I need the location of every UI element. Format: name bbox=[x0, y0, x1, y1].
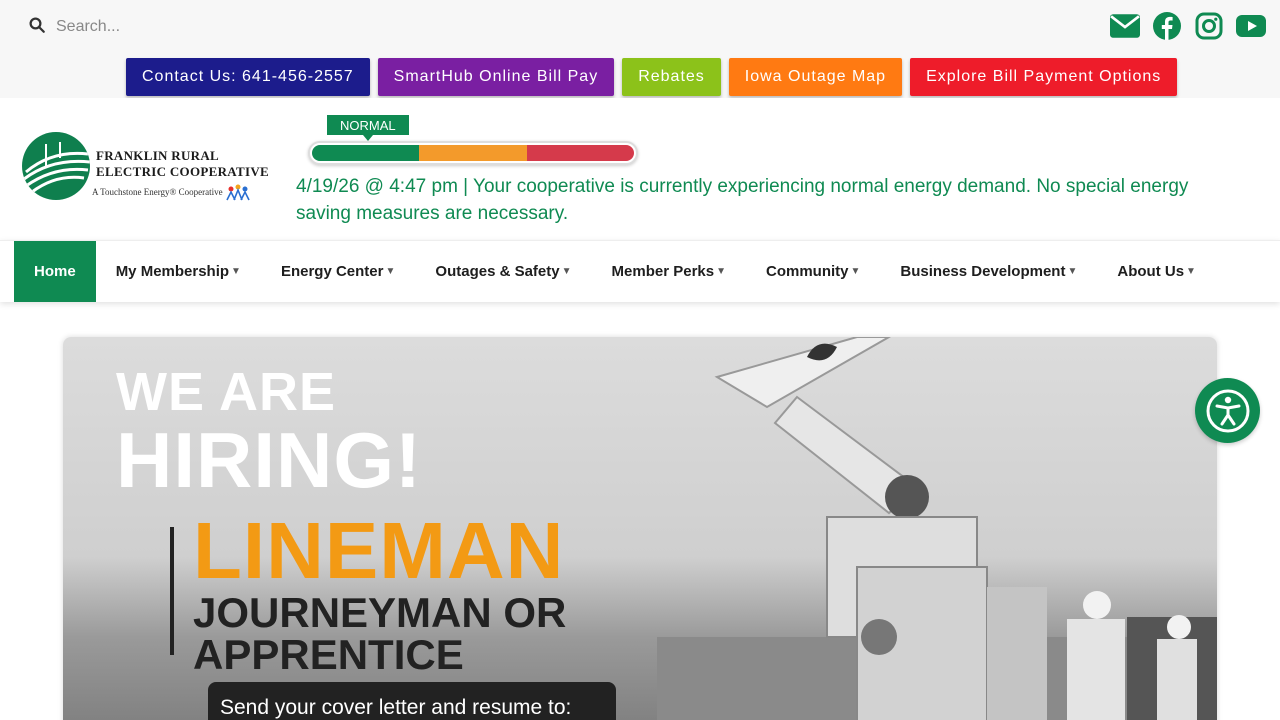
site-logo[interactable]: FRANKLIN RURAL ELECTRIC COOPERATIVE A To… bbox=[22, 130, 277, 202]
site-header: FRANKLIN RURAL ELECTRIC COOPERATIVE A To… bbox=[0, 98, 1280, 240]
demand-level-badge: NORMAL bbox=[327, 115, 409, 141]
smarthub-bill-pay-button[interactable]: SmartHub Online Bill Pay bbox=[377, 58, 615, 96]
hero-line-apprentice: APPRENTICE bbox=[193, 631, 464, 678]
logo-name-line1: FRANKLIN RURAL bbox=[96, 148, 220, 163]
search-icon[interactable] bbox=[28, 16, 46, 39]
meter-caution-segment bbox=[419, 145, 527, 161]
nav-about-us[interactable]: About Us ▼ bbox=[1097, 241, 1216, 302]
hiring-banner[interactable]: WE ARE HIRING! LINEMAN JOURNEYMAN OR APP… bbox=[63, 337, 1217, 720]
demand-meter bbox=[308, 141, 638, 165]
meter-normal-segment bbox=[312, 145, 420, 161]
facebook-icon[interactable] bbox=[1152, 10, 1182, 42]
accessibility-button[interactable] bbox=[1195, 378, 1260, 443]
main-navigation: Home My Membership ▼ Energy Center ▼ Outag… bbox=[0, 240, 1280, 302]
logo-tagline-text: A Touchstone Energy® Cooperative bbox=[92, 187, 223, 198]
hero-line-hiring: HIRING! bbox=[116, 416, 422, 504]
search-box[interactable] bbox=[28, 12, 388, 42]
energy-demand-status: NORMAL 4/19/26 @ 4:47 pm | Your cooperat… bbox=[296, 114, 1196, 234]
outage-map-button[interactable]: Iowa Outage Map bbox=[728, 58, 903, 96]
rebates-button[interactable]: Rebates bbox=[622, 58, 721, 96]
envelope-icon[interactable] bbox=[1110, 10, 1140, 42]
hero-accent-bar bbox=[170, 527, 174, 655]
nav-energy-center-label: Energy Center bbox=[280, 263, 384, 280]
youtube-icon[interactable] bbox=[1236, 10, 1266, 42]
chevron-down-icon: ▼ bbox=[716, 266, 726, 277]
nav-my-membership[interactable]: My Membership ▼ bbox=[96, 241, 261, 302]
nav-community[interactable]: Community ▼ bbox=[746, 241, 880, 302]
nav-outages-safety[interactable]: Outages & Safety ▼ bbox=[415, 241, 591, 302]
logo-emblem bbox=[22, 132, 90, 200]
hero-line-positions: JOURNEYMAN OR APPRENTICE bbox=[193, 592, 566, 676]
nav-energy-center[interactable]: Energy Center ▼ bbox=[261, 241, 415, 302]
nav-member-perks[interactable]: Member Perks ▼ bbox=[592, 241, 746, 302]
nav-community-label: Community bbox=[766, 263, 849, 280]
chevron-down-icon: ▼ bbox=[231, 266, 241, 277]
bucket-truck-photo bbox=[657, 337, 1217, 720]
accessibility-icon bbox=[1206, 389, 1249, 432]
touchstone-icon bbox=[226, 184, 250, 201]
nav-business-development-label: Business Development bbox=[900, 263, 1066, 280]
hero-cta-box: Send your cover letter and resume to: bbox=[208, 682, 616, 720]
hero-line-we-are: WE ARE bbox=[116, 362, 336, 422]
demand-message: 4/19/26 @ 4:47 pm | Your cooperative is … bbox=[296, 176, 1189, 224]
logo-name-line2: ELECTRIC COOPERATIVE bbox=[96, 164, 269, 179]
logo-tagline: A Touchstone Energy® Cooperative bbox=[92, 184, 251, 202]
nav-home-label: Home bbox=[34, 263, 76, 280]
instagram-icon[interactable] bbox=[1194, 10, 1224, 42]
chevron-down-icon: ▼ bbox=[1067, 266, 1078, 277]
meter-peak-segment bbox=[526, 145, 634, 161]
chevron-down-icon: ▼ bbox=[850, 266, 861, 277]
nav-business-development[interactable]: Business Development ▼ bbox=[880, 241, 1097, 302]
social-links bbox=[1110, 10, 1266, 42]
bill-payment-options-button[interactable]: Explore Bill Payment Options bbox=[910, 58, 1178, 96]
nav-about-us-label: About Us bbox=[1117, 263, 1185, 280]
contact-us-button[interactable]: Contact Us: 641-456-2557 bbox=[126, 58, 370, 96]
hero-line-journeyman: JOURNEYMAN OR bbox=[193, 589, 567, 636]
chevron-down-icon: ▼ bbox=[561, 266, 572, 277]
top-bar: Contact Us: 641-456-2557 SmartHub Online… bbox=[0, 0, 1280, 98]
quick-links: Contact Us: 641-456-2557 SmartHub Online… bbox=[126, 58, 1178, 96]
nav-my-membership-label: My Membership bbox=[115, 263, 230, 280]
nav-home[interactable]: Home bbox=[14, 241, 96, 302]
search-input[interactable] bbox=[56, 18, 356, 36]
chevron-down-icon: ▼ bbox=[1186, 266, 1196, 277]
chevron-down-icon: ▼ bbox=[385, 266, 396, 277]
nav-outages-safety-label: Outages & Safety bbox=[435, 263, 560, 280]
hero-line-lineman: LINEMAN bbox=[193, 506, 565, 595]
nav-member-perks-label: Member Perks bbox=[611, 263, 715, 280]
